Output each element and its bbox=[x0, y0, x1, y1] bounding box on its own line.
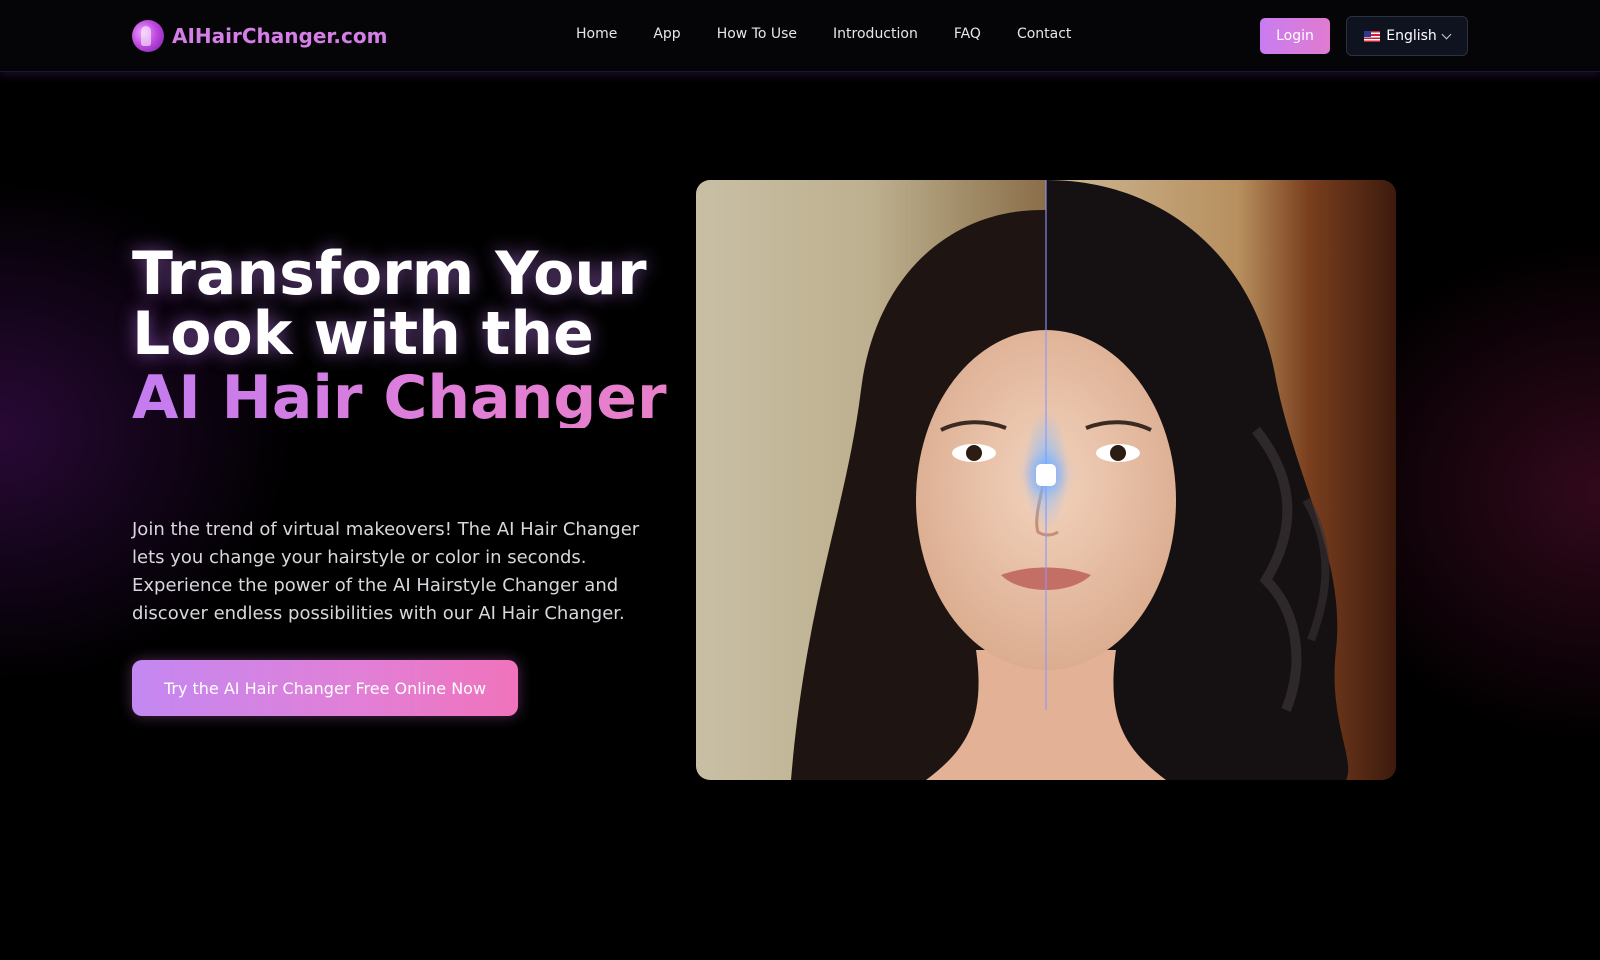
brand-link[interactable]: AIHairChanger.com bbox=[132, 20, 387, 52]
comparison-divider bbox=[1045, 180, 1047, 710]
nav-introduction[interactable]: Introduction bbox=[833, 26, 918, 42]
hero-headline: Transform Your Look with the AI Hair Cha… bbox=[132, 244, 672, 428]
headline-line-2: Look with the bbox=[132, 299, 594, 369]
try-free-button[interactable]: Try the AI Hair Changer Free Online Now bbox=[132, 660, 518, 716]
before-after-comparison[interactable] bbox=[696, 180, 1396, 780]
hero-section: Transform Your Look with the AI Hair Cha… bbox=[0, 72, 1600, 960]
hero-description: Join the trend of virtual makeovers! The… bbox=[132, 519, 640, 624]
nav-app[interactable]: App bbox=[653, 26, 680, 42]
chevron-down-icon bbox=[1441, 29, 1452, 39]
login-button[interactable]: Login bbox=[1260, 18, 1330, 54]
nav-faq[interactable]: FAQ bbox=[954, 26, 981, 42]
headline-accent: AI Hair Changer bbox=[132, 368, 672, 428]
us-flag-icon bbox=[1364, 30, 1381, 42]
site-header: AIHairChanger.com Home App How To Use In… bbox=[0, 0, 1600, 72]
nav-home[interactable]: Home bbox=[576, 26, 617, 42]
nav-contact[interactable]: Contact bbox=[1017, 26, 1071, 42]
nav-how-to-use[interactable]: How To Use bbox=[717, 26, 797, 42]
main-nav: Home App How To Use Introduction FAQ Con… bbox=[576, 26, 1071, 42]
brand-name: AIHairChanger.com bbox=[172, 24, 388, 48]
language-selector[interactable]: English bbox=[1346, 16, 1468, 56]
headline-line-1: Transform Your bbox=[132, 239, 647, 309]
comparison-slider-handle[interactable] bbox=[1036, 464, 1056, 486]
brand-logo-icon bbox=[132, 20, 164, 52]
language-label: English bbox=[1386, 28, 1437, 44]
